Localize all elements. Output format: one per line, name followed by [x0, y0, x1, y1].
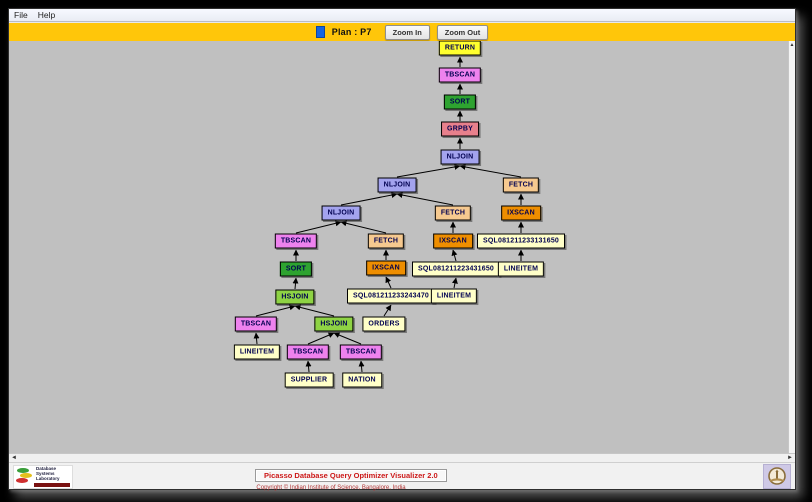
menu-file[interactable]: File — [14, 10, 28, 20]
plan-node-hsjoin[interactable]: HSJOIN — [314, 317, 353, 332]
plan-node-layer: RETURN TBSCAN SORT GRPBY NLJOIN NLJOIN FETCH NL… — [9, 41, 789, 453]
plan-node-lineitem[interactable]: LINEITEM — [498, 262, 544, 277]
scroll-left-icon[interactable]: ◄ — [11, 454, 17, 462]
plan-node-tbscan[interactable]: TBSCAN — [287, 345, 329, 360]
menu-help[interactable]: Help — [38, 10, 55, 20]
plan-node-lineitem[interactable]: LINEITEM — [431, 289, 477, 304]
plan-node-nation[interactable]: NATION — [342, 373, 382, 388]
scroll-right-icon[interactable]: ► — [787, 454, 793, 462]
plan-node-sort[interactable]: SORT — [444, 95, 476, 110]
plan-node-grpby[interactable]: GRPBY — [441, 122, 479, 137]
iisc-emblem-icon — [763, 464, 791, 489]
plan-node-sort[interactable]: SORT — [280, 262, 312, 277]
plan-node-ixscan[interactable]: IXSCAN — [433, 234, 473, 249]
app-title: Picasso Database Query Optimizer Visuali… — [255, 469, 447, 482]
dsl-logo: Database Systems Laboratory — [13, 465, 73, 489]
app-window: File Help Plan : P7 Zoom In Zoom Out RET… — [8, 8, 796, 490]
plan-node-supplier[interactable]: SUPPLIER — [285, 373, 334, 388]
plan-node-fetch[interactable]: FETCH — [503, 178, 539, 193]
zoom-out-button[interactable]: Zoom Out — [437, 25, 488, 40]
dsl-logo-red-disc — [16, 478, 28, 483]
plan-canvas: RETURN TBSCAN SORT GRPBY NLJOIN NLJOIN FETCH NL… — [9, 41, 795, 453]
plan-node-return[interactable]: RETURN — [439, 41, 481, 56]
plan-color-swatch — [316, 26, 325, 38]
menu-bar: File Help — [9, 9, 795, 22]
plan-node-tbscan[interactable]: TBSCAN — [275, 234, 317, 249]
plan-node-tbscan[interactable]: TBSCAN — [439, 68, 481, 83]
copyright-text: Copyright © Indian Institute of Science,… — [255, 485, 407, 491]
plan-node-orders[interactable]: ORDERS — [362, 317, 405, 332]
plan-node-ixscan[interactable]: IXSCAN — [501, 206, 541, 221]
plan-node-fetch[interactable]: FETCH — [368, 234, 404, 249]
plan-node-tbscan[interactable]: TBSCAN — [235, 317, 277, 332]
zoom-in-button[interactable]: Zoom In — [385, 25, 430, 40]
plan-node-ixscan[interactable]: IXSCAN — [366, 261, 406, 276]
plan-node-nljoin[interactable]: NLJOIN — [378, 178, 417, 193]
footer-center: Picasso Database Query Optimizer Visuali… — [255, 465, 407, 491]
toolbar: Plan : P7 Zoom In Zoom Out — [9, 23, 795, 41]
footer-bar: Database Systems Laboratory Picasso Data… — [9, 462, 795, 489]
plan-node-nljoin[interactable]: NLJOIN — [322, 206, 361, 221]
dsl-logo-banner — [34, 483, 70, 487]
plan-node-nljoin[interactable]: NLJOIN — [441, 150, 480, 165]
plan-node-sql081211233243470[interactable]: SQL081211233243470 — [347, 289, 435, 304]
plan-label: Plan : P7 — [332, 27, 372, 37]
plan-node-sql081211223431650[interactable]: SQL081211223431650 — [412, 262, 500, 277]
plan-node-hsjoin[interactable]: HSJOIN — [275, 290, 314, 305]
vertical-scrollbar[interactable]: ▲ — [788, 41, 795, 453]
plan-node-fetch[interactable]: FETCH — [435, 206, 471, 221]
scroll-up-icon[interactable]: ▲ — [789, 42, 795, 48]
plan-node-sql081211233131650[interactable]: SQL081211233131650 — [477, 234, 565, 249]
plan-node-lineitem[interactable]: LINEITEM — [234, 345, 280, 360]
dsl-logo-text: Database Systems Laboratory — [36, 467, 60, 481]
horizontal-scrollbar[interactable]: ◄ ► — [9, 453, 795, 462]
plan-node-tbscan[interactable]: TBSCAN — [340, 345, 382, 360]
